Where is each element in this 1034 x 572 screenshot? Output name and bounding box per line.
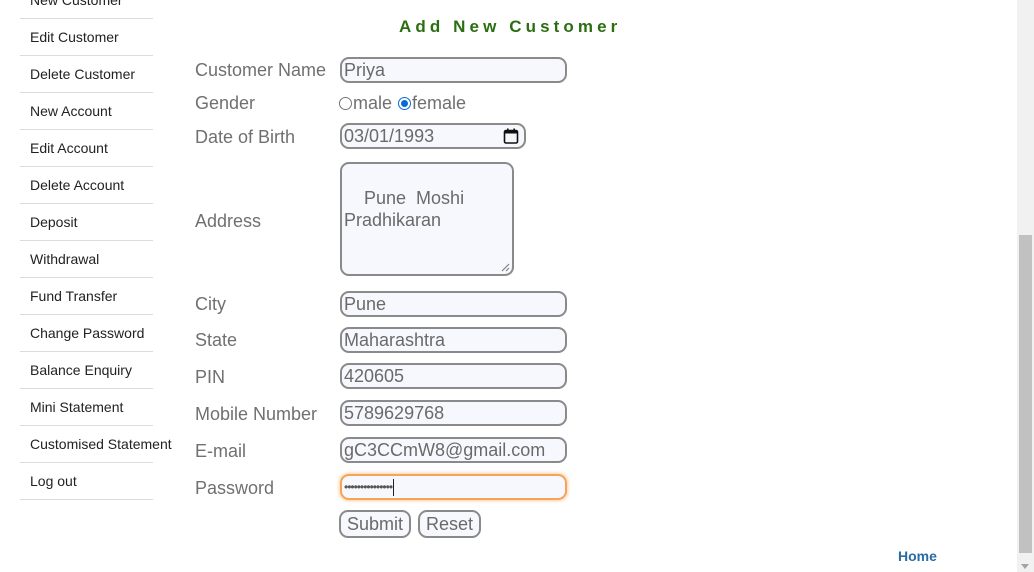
sidebar-item-delete-account[interactable]: Delete Account [20,167,153,204]
city-input[interactable]: Pune [340,291,567,317]
sidebar-item-new-account[interactable]: New Account [20,93,153,130]
gender-label: Gender [195,93,256,113]
submit-button[interactable]: Submit [339,510,412,538]
gender-radio-group: male female [339,93,472,114]
scrollbar-thumb[interactable] [1019,235,1032,553]
mobile-number-input[interactable]: 5789629768 [340,400,567,426]
mobile-number-label: Mobile Number [195,404,318,424]
sidebar-item-edit-customer[interactable]: Edit Customer [20,19,153,56]
state-label: State [195,330,238,350]
sidebar-item-deposit[interactable]: Deposit [20,204,153,241]
password-input[interactable]: ••••••••••••••• [340,474,567,500]
home-link[interactable]: Home [898,548,937,564]
sidebar-item-mini-statement[interactable]: Mini Statement [20,389,153,426]
form-title: Add New Customer [399,17,622,36]
address-textarea[interactable]: Pune Moshi Pradhikaran [340,162,514,276]
dob-value: 03/01/1993 [344,126,435,146]
calendar-icon[interactable] [503,128,519,144]
dob-input[interactable]: 03/01/1993 [340,123,526,149]
sidebar-item-new-customer[interactable]: New Customer [20,0,153,19]
sidebar-item-withdrawal[interactable]: Withdrawal [20,241,153,278]
sidebar-item-log-out[interactable]: Log out [20,463,153,500]
dob-label: Date of Birth [195,127,296,147]
scroll-down-arrow-icon[interactable] [1021,564,1029,569]
sidebar-item-edit-account[interactable]: Edit Account [20,130,153,167]
password-masked-value: ••••••••••••••• [344,480,393,494]
email-input[interactable]: gC3CCmW8@gmail.com [340,437,567,463]
address-value: Pune Moshi Pradhikaran [344,188,465,230]
customer-name-label: Customer Name [195,60,327,80]
sidebar-item-change-password[interactable]: Change Password [20,315,153,352]
customer-name-input[interactable]: Priya [340,57,567,83]
page: New Customer Edit Customer Delete Custom… [0,0,1034,572]
sidebar-item-fund-transfer[interactable]: Fund Transfer [20,278,153,315]
gender-male-radio[interactable] [339,97,352,110]
resize-grip-icon[interactable] [501,263,510,272]
sidebar-item-delete-customer[interactable]: Delete Customer [20,56,153,93]
gender-male-label[interactable]: male [353,93,392,114]
gender-female-radio[interactable] [398,97,412,110]
gender-female-label[interactable]: female [412,93,466,114]
password-label: Password [195,478,275,498]
email-label: E-mail [195,441,247,461]
sidebar-item-customised-statement[interactable]: Customised Statement [20,426,172,463]
city-label: City [195,294,226,314]
reset-button[interactable]: Reset [418,510,482,538]
pin-input[interactable]: 420605 [340,363,567,389]
address-label: Address [195,211,262,231]
pin-label: PIN [195,367,226,387]
state-input[interactable]: Maharashtra [340,327,567,353]
vertical-scrollbar[interactable] [1017,0,1034,572]
text-caret [393,479,395,497]
sidebar-menu: New Customer Edit Customer Delete Custom… [20,0,172,500]
sidebar-item-balance-enquiry[interactable]: Balance Enquiry [20,352,153,389]
